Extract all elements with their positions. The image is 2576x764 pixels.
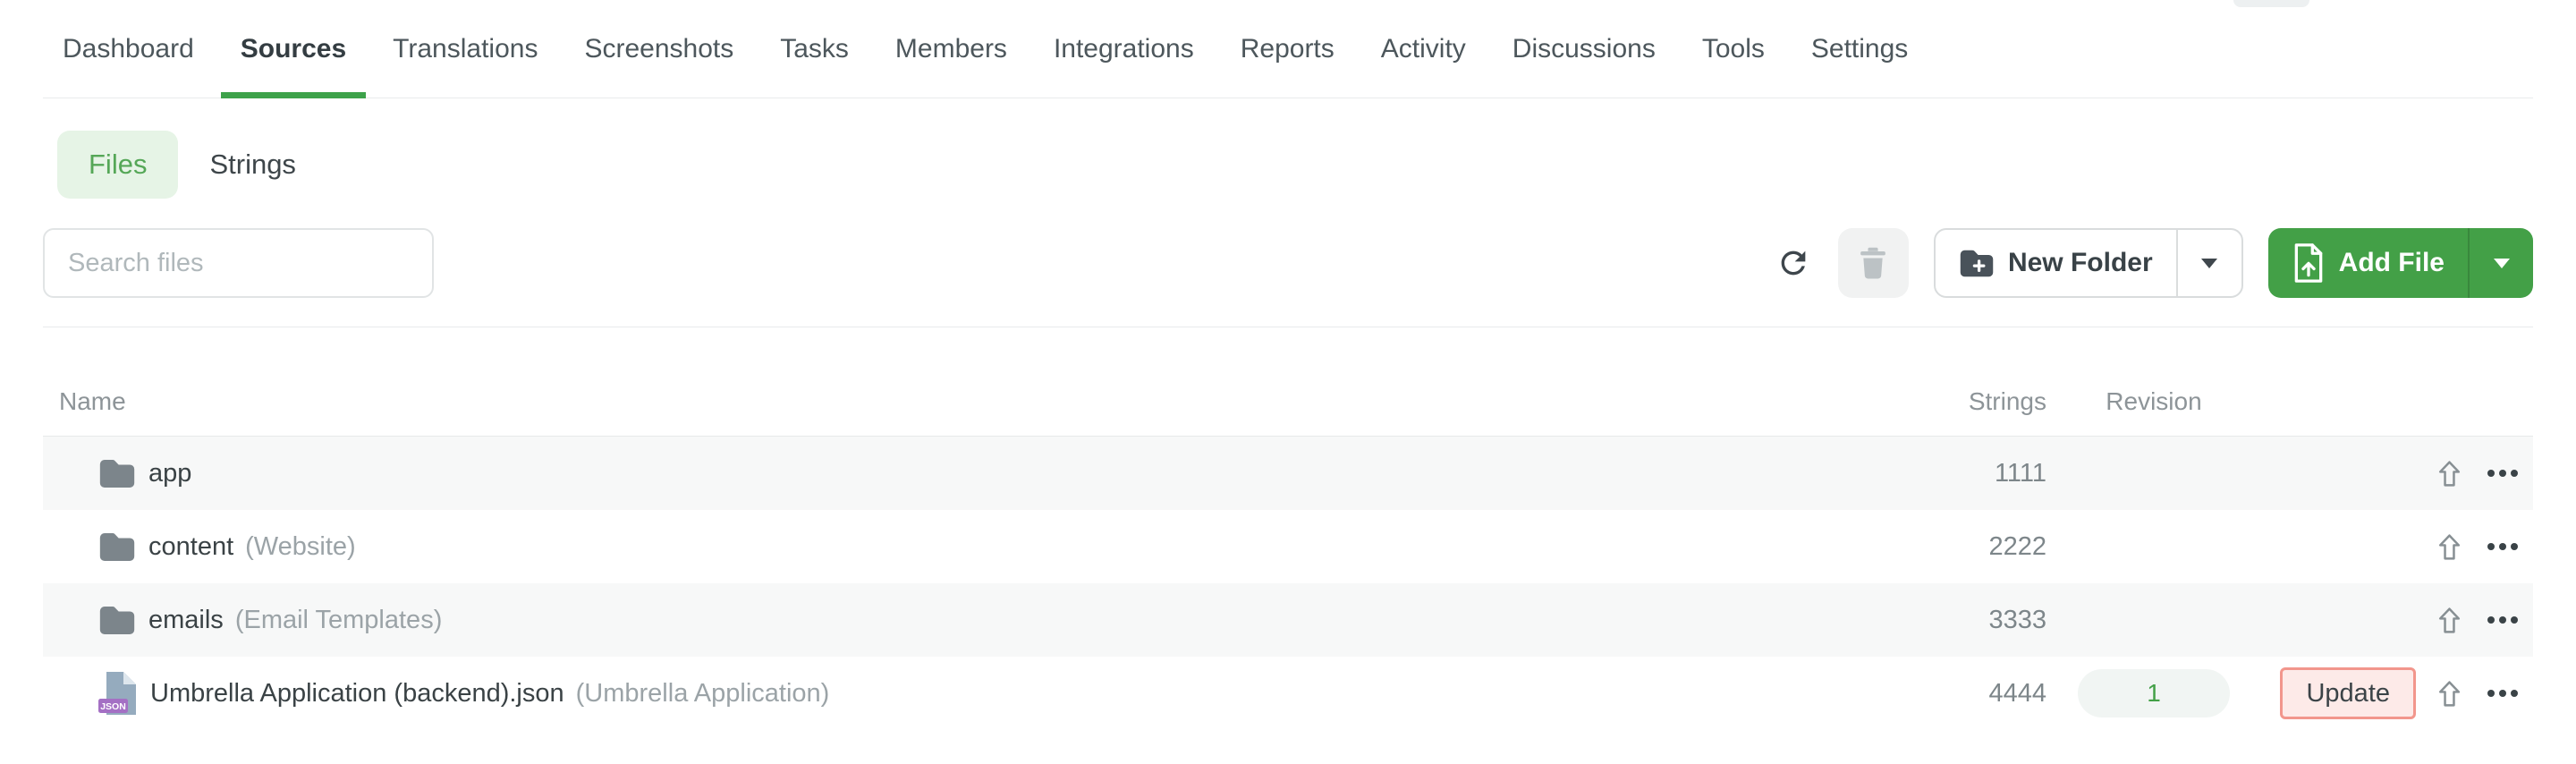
strings-count: 2222	[1988, 531, 2046, 561]
ellipsis-icon	[2487, 690, 2518, 697]
table-row[interactable]: content (Website) 2222	[43, 510, 2533, 583]
new-folder-label: New Folder	[2007, 248, 2153, 277]
folder-icon	[98, 605, 136, 636]
add-file-button[interactable]: Add File	[2268, 228, 2468, 298]
file-upload-icon	[2294, 243, 2322, 283]
folder-icon	[98, 458, 136, 489]
refresh-button[interactable]	[1774, 228, 1813, 298]
scrolled-element-remnant	[2233, 0, 2309, 7]
row-menu-button[interactable]	[2482, 464, 2523, 482]
project-nav: Dashboard Sources Translations Screensho…	[43, 0, 2533, 98]
row-menu-button[interactable]	[2482, 684, 2523, 702]
tab-members[interactable]: Members	[876, 0, 1027, 98]
strings-view-button[interactable]: Strings	[178, 131, 326, 199]
tab-discussions[interactable]: Discussions	[1493, 0, 1675, 98]
toolbar-actions: New Folder Add File	[1774, 228, 2533, 298]
upload-button[interactable]	[2432, 675, 2467, 713]
new-folder-dropdown-button[interactable]	[2175, 230, 2241, 296]
add-file-dropdown-button[interactable]	[2468, 228, 2533, 298]
add-file-split-button: Add File	[2267, 228, 2533, 298]
caret-down-icon	[2201, 258, 2218, 268]
ellipsis-icon	[2487, 543, 2518, 550]
table-row[interactable]: JSON Umbrella Application (backend).json…	[43, 657, 2533, 730]
file-name[interactable]: emails	[148, 606, 224, 635]
tab-dashboard[interactable]: Dashboard	[43, 0, 214, 98]
table-header: Name Strings Revision	[43, 327, 2533, 437]
file-note: (Email Templates)	[234, 605, 443, 634]
new-folder-button[interactable]: New Folder	[1936, 230, 2176, 296]
upload-icon	[2438, 680, 2460, 707]
row-menu-button[interactable]	[2482, 538, 2523, 556]
tab-tasks[interactable]: Tasks	[760, 0, 869, 98]
upload-icon	[2438, 460, 2460, 487]
expand-arrow-icon[interactable]	[65, 614, 77, 626]
tab-settings[interactable]: Settings	[1792, 0, 1928, 98]
column-header-revision: Revision	[2106, 387, 2202, 415]
tab-activity[interactable]: Activity	[1361, 0, 1486, 98]
table-row[interactable]: emails (Email Templates) 3333	[43, 583, 2533, 657]
trash-icon	[1860, 247, 1886, 279]
files-toolbar: New Folder Add File	[43, 228, 2533, 298]
tab-sources[interactable]: Sources	[220, 0, 367, 98]
expand-arrow-icon[interactable]	[65, 540, 77, 553]
upload-icon	[2438, 533, 2460, 560]
refresh-icon	[1781, 250, 1806, 276]
upload-button[interactable]	[2432, 528, 2467, 566]
tab-screenshots[interactable]: Screenshots	[564, 0, 753, 98]
strings-count: 4444	[1988, 678, 2046, 708]
strings-count: 3333	[1988, 605, 2046, 634]
expand-arrow-icon[interactable]	[65, 467, 77, 480]
search-input[interactable]	[43, 228, 434, 298]
revision-badge: 1	[2078, 669, 2230, 717]
json-badge: JSON	[100, 701, 126, 712]
upload-button[interactable]	[2432, 454, 2467, 493]
file-name[interactable]: app	[148, 459, 191, 488]
file-name[interactable]: Umbrella Application (backend).json	[150, 679, 564, 709]
row-menu-button[interactable]	[2482, 611, 2523, 629]
files-view-button[interactable]: Files	[57, 131, 179, 199]
ellipsis-icon	[2487, 470, 2518, 477]
json-file-icon: JSON	[98, 671, 138, 716]
new-folder-split-button: New Folder	[1933, 228, 2243, 298]
file-name[interactable]: content	[148, 532, 233, 562]
view-switcher: Files Strings	[43, 131, 2533, 199]
ellipsis-icon	[2487, 616, 2518, 624]
upload-icon	[2438, 607, 2460, 633]
folder-plus-icon	[1960, 250, 1994, 276]
tab-translations[interactable]: Translations	[373, 0, 557, 98]
upload-button[interactable]	[2432, 601, 2467, 640]
delete-button[interactable]	[1837, 228, 1909, 298]
folder-icon	[98, 531, 136, 563]
file-note: (Umbrella Application)	[575, 678, 830, 708]
tab-integrations[interactable]: Integrations	[1034, 0, 1214, 98]
file-note: (Website)	[245, 531, 356, 561]
files-table: Name Strings Revision app 1111 content (…	[43, 327, 2533, 730]
table-row[interactable]: app 1111	[43, 437, 2533, 510]
tab-tools[interactable]: Tools	[1682, 0, 1784, 98]
add-file-label: Add File	[2338, 248, 2445, 277]
update-button[interactable]: Update	[2280, 667, 2416, 719]
tab-reports[interactable]: Reports	[1221, 0, 1354, 98]
column-header-name: Name	[59, 387, 126, 415]
column-header-strings: Strings	[1968, 387, 2046, 415]
strings-count: 1111	[1994, 458, 2046, 488]
caret-down-icon	[2493, 258, 2510, 268]
